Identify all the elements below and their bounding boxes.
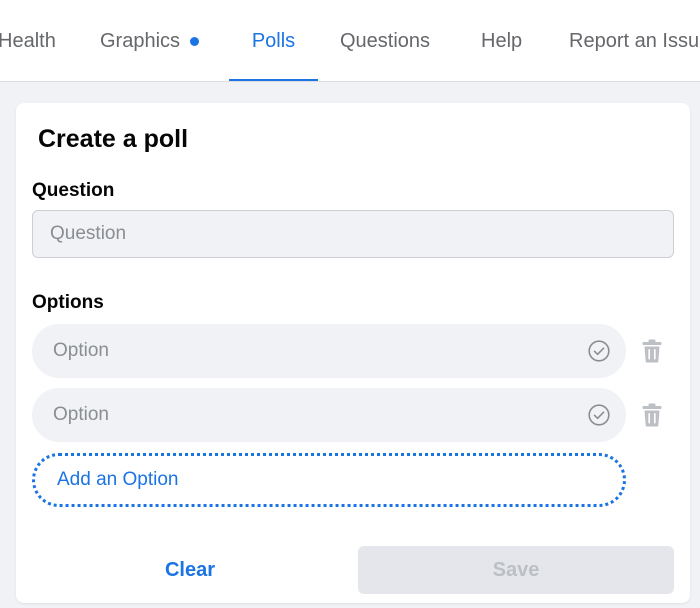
tab-bar: Health Graphics Polls Questions Help Rep…	[0, 0, 700, 82]
tab-help[interactable]: Help	[481, 0, 523, 81]
create-poll-card: Create a poll Question Options Add an Op…	[16, 103, 690, 603]
trash-icon[interactable]	[642, 403, 662, 427]
check-circle-icon[interactable]	[588, 404, 610, 426]
option-row	[32, 324, 626, 378]
clear-button[interactable]: Clear	[32, 546, 348, 594]
tab-label: Report an Issue	[569, 29, 700, 52]
tab-health[interactable]: Health	[0, 0, 56, 81]
tab-questions[interactable]: Questions	[340, 0, 431, 81]
option-input[interactable]	[32, 324, 572, 378]
active-tab-indicator	[229, 79, 318, 81]
option-row	[32, 388, 626, 442]
question-label: Question	[32, 180, 115, 201]
card-title: Create a poll	[38, 125, 189, 153]
trash-icon[interactable]	[642, 339, 662, 363]
tab-label: Health	[0, 29, 56, 52]
check-circle-icon[interactable]	[588, 340, 610, 362]
options-label: Options	[32, 292, 104, 313]
tab-polls[interactable]: Polls	[229, 0, 318, 81]
add-option-button[interactable]: Add an Option	[32, 453, 626, 507]
tab-label: Graphics	[100, 29, 181, 52]
tab-label: Polls	[251, 29, 296, 52]
save-button[interactable]: Save	[358, 546, 674, 594]
question-input[interactable]	[32, 210, 674, 258]
add-option-label: Add an Option	[57, 469, 179, 490]
tab-report-an-issue[interactable]: Report an Issue	[569, 0, 700, 81]
tab-label: Help	[481, 29, 523, 52]
tab-label: Questions	[340, 29, 431, 52]
tab-graphics[interactable]: Graphics	[100, 0, 200, 81]
dot-icon	[190, 36, 200, 46]
option-input[interactable]	[32, 388, 572, 442]
